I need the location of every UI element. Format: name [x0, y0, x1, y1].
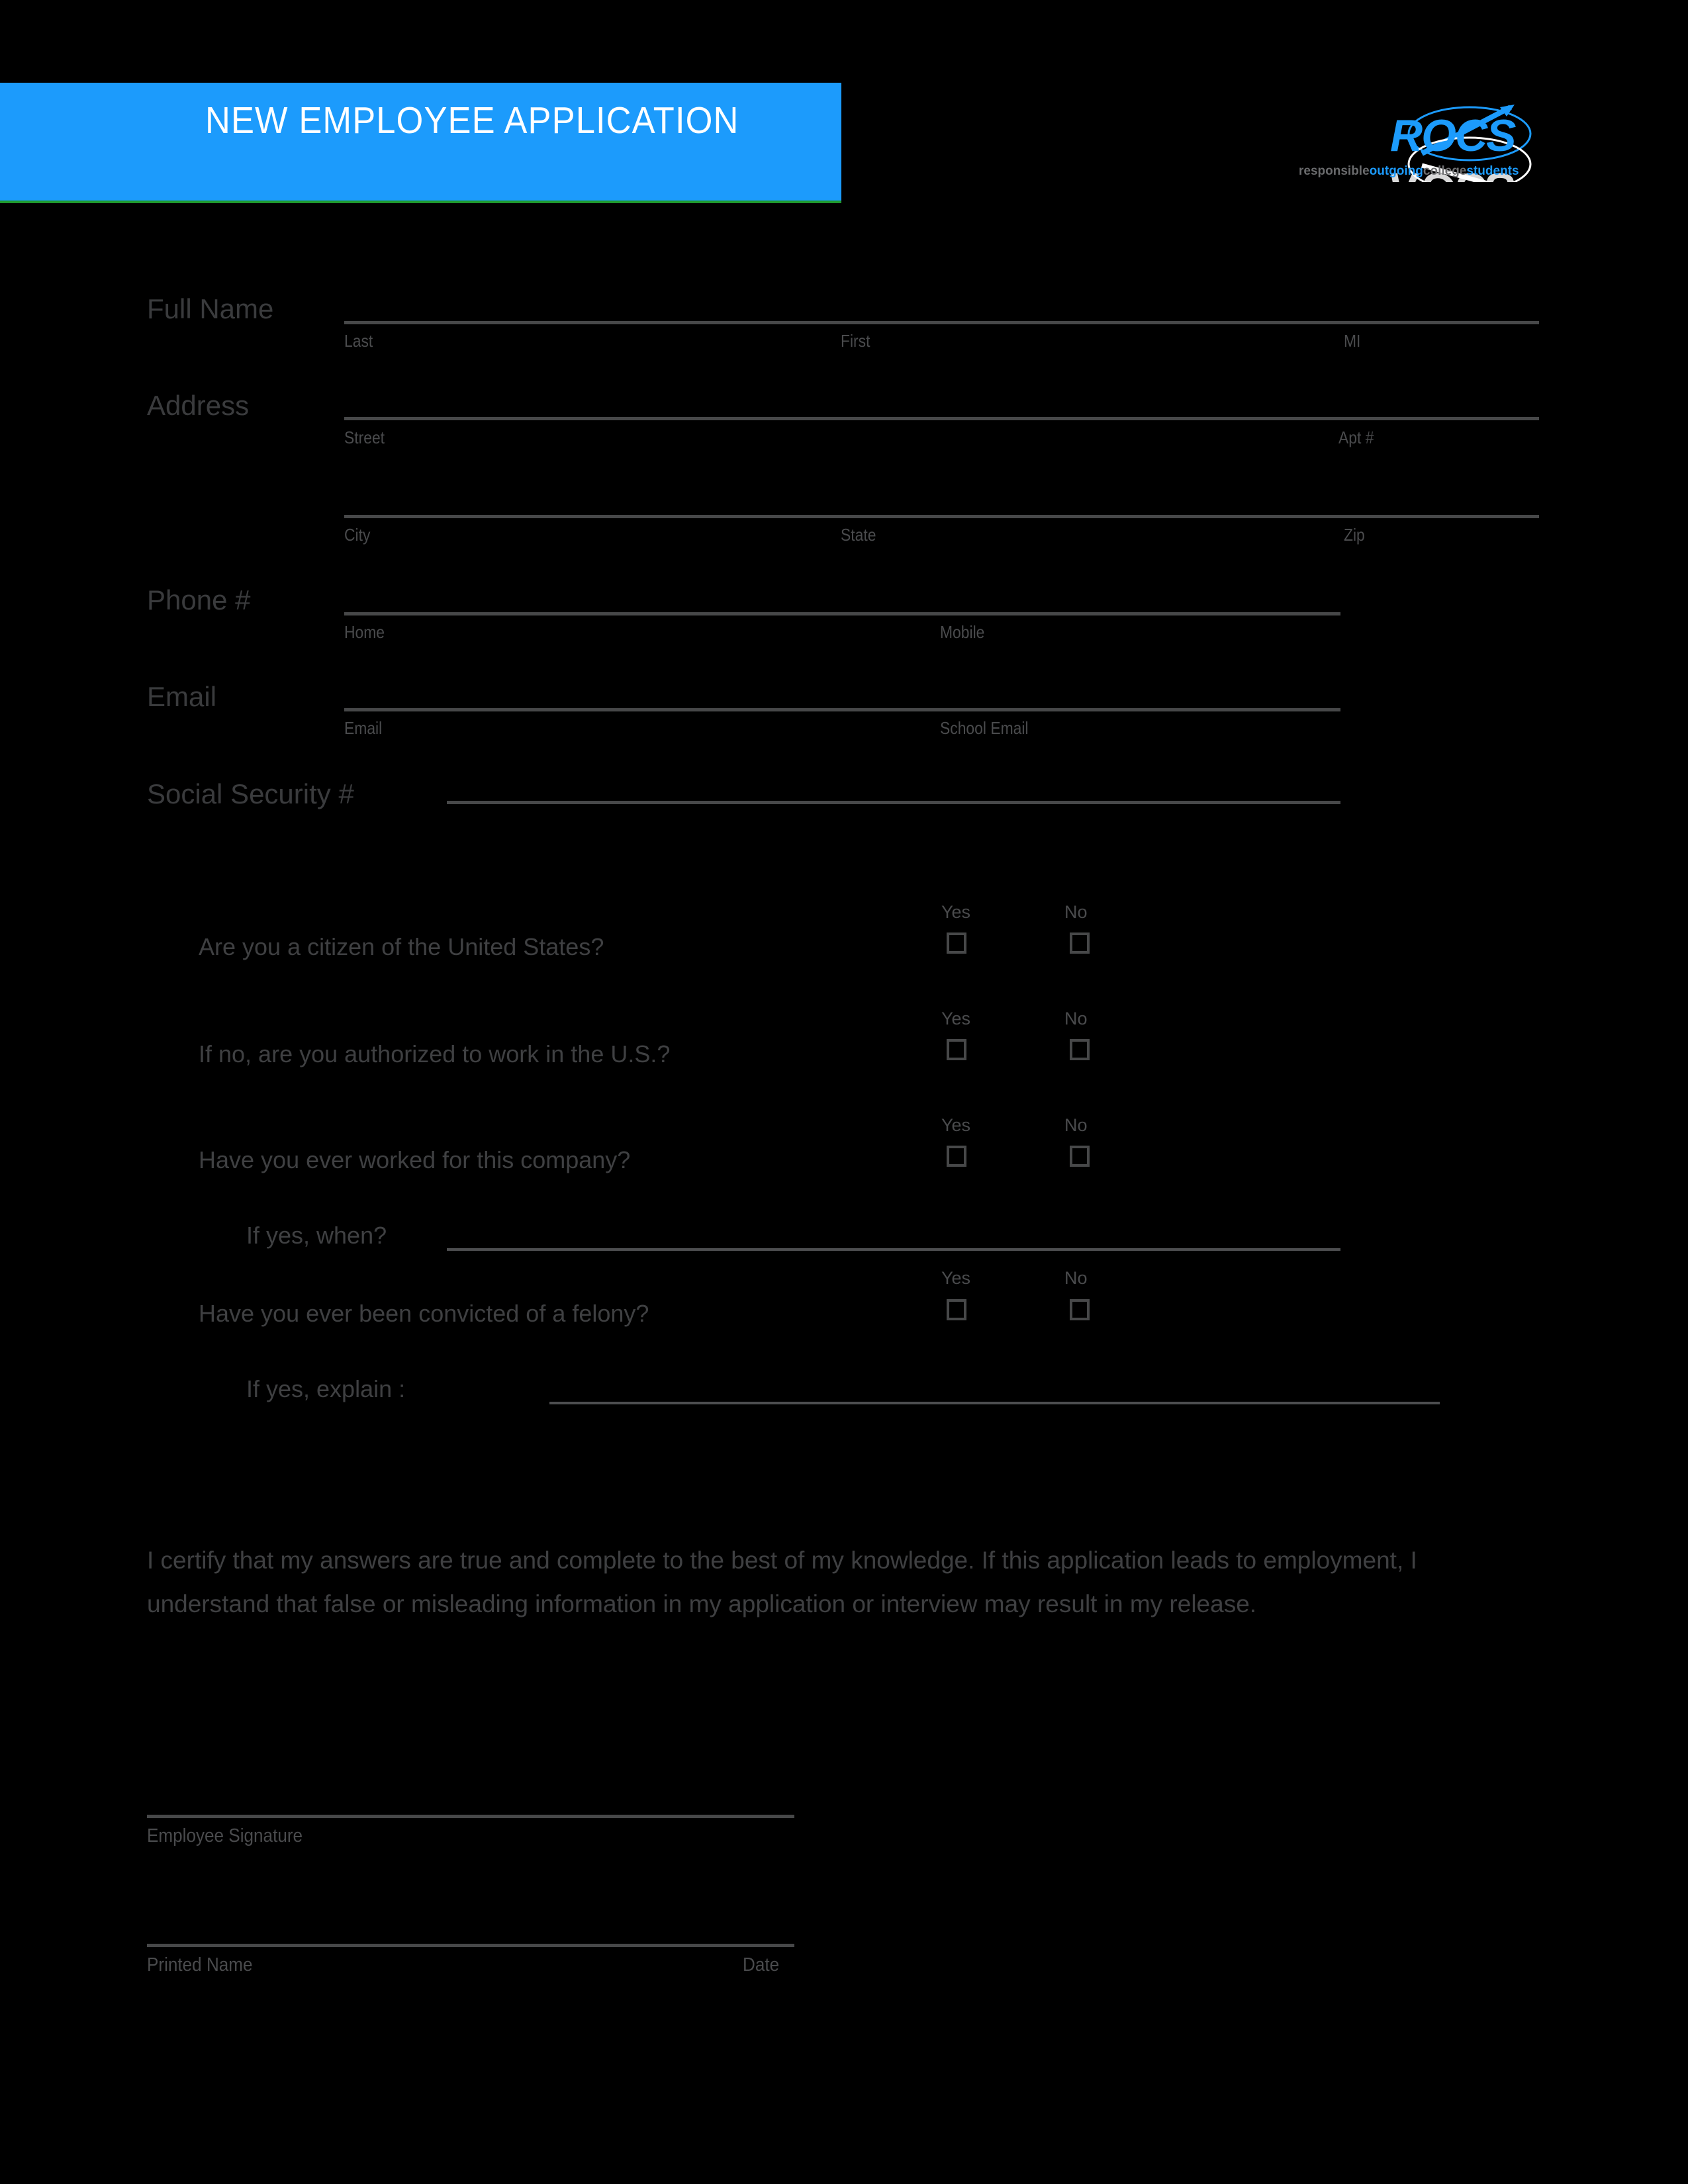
phone-label: Phone #: [147, 584, 251, 615]
printed-name-date-line[interactable]: [147, 1944, 794, 1947]
address-sublabel-street: Street: [344, 428, 385, 447]
question-worked-before: Have you ever worked for this company?: [199, 1146, 631, 1173]
followup-explain-label: If yes, explain :: [246, 1375, 406, 1402]
full-name-label: Full Name: [147, 293, 274, 324]
q3-no-checkbox[interactable]: [1070, 1146, 1090, 1167]
logo-tagline-2: outgoing: [1369, 164, 1423, 178]
date-label: Date: [743, 1954, 780, 1976]
address-city-input-line[interactable]: [344, 515, 1539, 518]
q3-no-label: No: [1064, 1115, 1088, 1135]
ssn-label: Social Security #: [147, 778, 354, 809]
q4-yes-label: Yes: [941, 1268, 971, 1288]
address-label: Address: [147, 390, 250, 421]
q3-yes-label: Yes: [941, 1115, 971, 1135]
address-sublabel-zip: Zip: [1344, 525, 1365, 545]
logo-tagline-4: students: [1466, 164, 1519, 178]
full-name-sublabel-last: Last: [344, 331, 373, 351]
ssn-input-line[interactable]: [447, 801, 1340, 804]
email-sublabel-school-email: School Email: [940, 718, 1029, 738]
question-felony: Have you ever been convicted of a felony…: [199, 1300, 649, 1327]
question-work-authorization: If no, are you authorized to work in the…: [199, 1040, 671, 1068]
employee-signature-line[interactable]: [147, 1815, 794, 1818]
email-label: Email: [147, 681, 217, 712]
q4-yes-checkbox[interactable]: [947, 1299, 966, 1320]
phone-input-line[interactable]: [344, 612, 1340, 615]
q4-no-checkbox[interactable]: [1070, 1299, 1090, 1320]
rocs-logo: ROCS ROCS responsibleoutgoingcollegestud…: [1299, 99, 1609, 182]
logo-tagline-1: responsible: [1299, 164, 1370, 178]
address-street-input-line[interactable]: [344, 417, 1539, 420]
full-name-input-line[interactable]: [344, 321, 1539, 324]
q3-yes-checkbox[interactable]: [947, 1146, 966, 1167]
printed-name-label: Printed Name: [147, 1954, 253, 1976]
full-name-sublabel-mi: MI: [1344, 331, 1361, 351]
phone-sublabel-mobile: Mobile: [940, 622, 985, 642]
q1-yes-checkbox[interactable]: [947, 933, 966, 954]
followup-explain-input-line[interactable]: [549, 1402, 1440, 1404]
email-input-line[interactable]: [344, 708, 1340, 711]
q2-no-label: No: [1064, 1009, 1088, 1028]
followup-when-input-line[interactable]: [447, 1248, 1340, 1251]
q2-yes-checkbox[interactable]: [947, 1039, 966, 1060]
q1-no-label: No: [1064, 902, 1088, 922]
address-sublabel-state: State: [841, 525, 876, 545]
address-sublabel-city: City: [344, 525, 371, 545]
address-sublabel-apt: Apt #: [1338, 428, 1374, 447]
q4-no-label: No: [1064, 1268, 1088, 1288]
q1-yes-label: Yes: [941, 902, 971, 922]
application-form-page: NEW EMPLOYEE APPLICATION ROCS ROCS respo…: [0, 0, 1688, 2184]
employee-signature-label: Employee Signature: [147, 1825, 303, 1846]
q2-yes-label: Yes: [941, 1009, 971, 1028]
svg-text:ROCS: ROCS: [1390, 111, 1516, 161]
question-citizenship: Are you a citizen of the United States?: [199, 933, 604, 960]
logo-tagline-3: college: [1423, 164, 1467, 178]
email-sublabel-email: Email: [344, 718, 383, 738]
followup-when-label: If yes, when?: [246, 1222, 387, 1249]
q1-no-checkbox[interactable]: [1070, 933, 1090, 954]
certification-paragraph: I certify that my answers are true and c…: [147, 1547, 1417, 1617]
full-name-sublabel-first: First: [841, 331, 870, 351]
phone-sublabel-home: Home: [344, 622, 385, 642]
q2-no-checkbox[interactable]: [1070, 1039, 1090, 1060]
page-title: NEW EMPLOYEE APPLICATION: [205, 99, 739, 142]
